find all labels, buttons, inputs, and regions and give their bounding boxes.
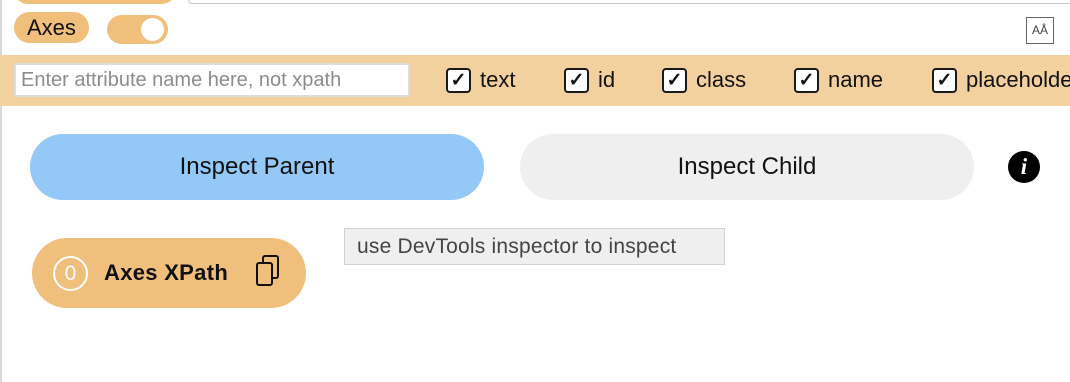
top-pill-partial[interactable]: [14, 0, 176, 4]
checkbox-name[interactable]: ✓ name: [794, 67, 883, 93]
toggle-knob: [141, 18, 164, 41]
checkbox-placeholder-box[interactable]: ✓: [932, 67, 957, 93]
checkbox-id-label: id: [598, 67, 616, 92]
info-icon[interactable]: i: [1008, 151, 1040, 183]
checkbox-name-box[interactable]: ✓: [794, 67, 819, 93]
copy-icon[interactable]: [255, 254, 281, 288]
axes-xpath-result[interactable]: 0 Axes XPath: [32, 238, 306, 308]
axes-toggle[interactable]: [107, 15, 168, 44]
checkbox-class-label: class: [696, 67, 747, 92]
checkbox-placeholder[interactable]: ✓ placeholde: [932, 67, 1070, 93]
xpath-label: Axes XPath: [104, 260, 229, 285]
inspect-child-button[interactable]: Inspect Child: [520, 134, 974, 200]
inspect-parent-button[interactable]: Inspect Parent: [30, 134, 484, 200]
checkbox-id-box[interactable]: ✓: [564, 67, 589, 93]
attribute-name-input[interactable]: [14, 63, 410, 97]
top-input-partial[interactable]: [188, 0, 1070, 4]
checkbox-class[interactable]: ✓ class: [662, 67, 746, 93]
checkbox-name-label: name: [828, 67, 884, 92]
checkbox-text[interactable]: ✓ text: [446, 67, 515, 93]
tooltip: use DevTools inspector to inspect: [344, 228, 725, 265]
checkbox-class-box[interactable]: ✓: [662, 67, 687, 93]
checkbox-text-box[interactable]: ✓: [446, 67, 471, 93]
attribute-bar: ✓ text ✓ id ✓ class ✓ name ✓ placeholde: [0, 55, 1070, 106]
font-size-icon[interactable]: AÅ: [1026, 17, 1054, 44]
checkbox-text-label: text: [480, 67, 516, 92]
axes-badge: Axes: [14, 12, 89, 43]
checkbox-id[interactable]: ✓ id: [564, 67, 615, 93]
xpath-count-badge: 0: [53, 256, 88, 291]
checkbox-placeholder-label: placeholde: [966, 67, 1070, 92]
